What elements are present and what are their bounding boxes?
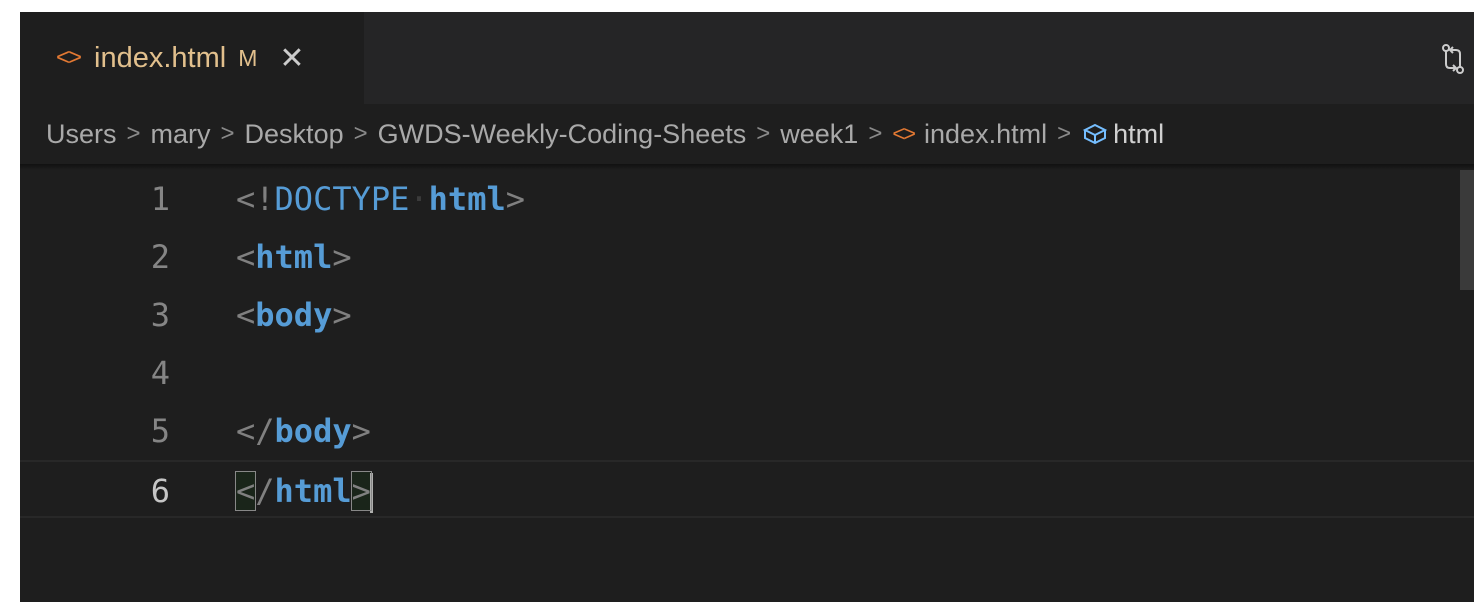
token-punctuation: / [255,472,275,510]
git-compare-icon[interactable] [1438,42,1468,76]
line-number: 6 [150,472,170,510]
html-file-icon: <> [56,44,82,71]
code-line[interactable]: 4 [20,344,1474,402]
chevron-right-icon: > [756,120,771,147]
token-tag: body [255,296,333,334]
breadcrumb: Users > mary > Desktop > GWDS-Weekly-Cod… [20,104,1474,164]
token-punctuation: > [332,238,352,276]
line-content: </body> [236,402,371,460]
breadcrumb-week1[interactable]: week1 [780,119,858,150]
breadcrumb-mary[interactable]: mary [151,119,211,150]
code-line[interactable]: 5 </body> [20,402,1474,460]
breadcrumb-desktop[interactable]: Desktop [245,119,344,150]
breadcrumb-index-html[interactable]: index.html [924,119,1047,150]
token-punctuation: <! [236,180,275,218]
code-line[interactable]: 1 <!DOCTYPE·html> [20,170,1474,228]
token-doctype: DOCTYPE [274,180,410,218]
bracket-match-open: < [234,471,257,511]
code-editor[interactable]: 1 <!DOCTYPE·html> 2 <html> 3 <body> 4 5 … [20,170,1474,602]
chevron-right-icon: > [1057,120,1072,147]
modified-badge: M [238,44,258,71]
code-line[interactable]: 2 <html> [20,228,1474,286]
line-number: 2 [150,238,170,276]
text-cursor [369,473,373,513]
token-punctuation: > [332,296,352,334]
tab-filename: index.html [94,41,227,74]
chevron-right-icon: > [126,120,141,147]
html-file-icon: <> [892,121,916,146]
line-number: 3 [150,296,170,334]
line-content: <body> [236,286,352,344]
tab-index-html[interactable]: <> index.html M ✕ [20,12,364,104]
vertical-scrollbar[interactable] [1460,170,1474,290]
chevron-right-icon: > [868,120,883,147]
editor-window: <> index.html M ✕ Users > mary > Desktop… [20,12,1474,602]
line-content: </html> [234,462,373,520]
token-whitespace: · [409,180,429,218]
token-punctuation: > [351,412,371,450]
line-number: 5 [150,412,170,450]
line-content: <html> [236,228,352,286]
symbol-element-icon [1082,123,1108,145]
chevron-right-icon: > [220,120,235,147]
close-icon[interactable]: ✕ [279,41,304,76]
code-line[interactable]: 3 <body> [20,286,1474,344]
line-number: 4 [150,354,170,392]
token-tag: html [255,238,333,276]
token-punctuation: </ [236,412,275,450]
token-tag: body [274,412,352,450]
breadcrumb-users[interactable]: Users [46,119,117,150]
line-number: 1 [150,180,170,218]
breadcrumb-html-symbol[interactable]: html [1113,119,1164,150]
token-punctuation: < [236,238,256,276]
breadcrumb-gwds-folder[interactable]: GWDS-Weekly-Coding-Sheets [378,119,747,150]
token-tag: html [274,472,352,510]
token-punctuation: > [505,180,525,218]
code-line-active[interactable]: 6 </html> [20,460,1474,518]
chevron-right-icon: > [353,120,368,147]
token-attribute: html [428,180,506,218]
line-content: <!DOCTYPE·html> [236,170,525,228]
token-punctuation: < [236,296,256,334]
bracket-match-close: > [350,471,372,511]
tab-bar: <> index.html M ✕ [20,12,1474,104]
